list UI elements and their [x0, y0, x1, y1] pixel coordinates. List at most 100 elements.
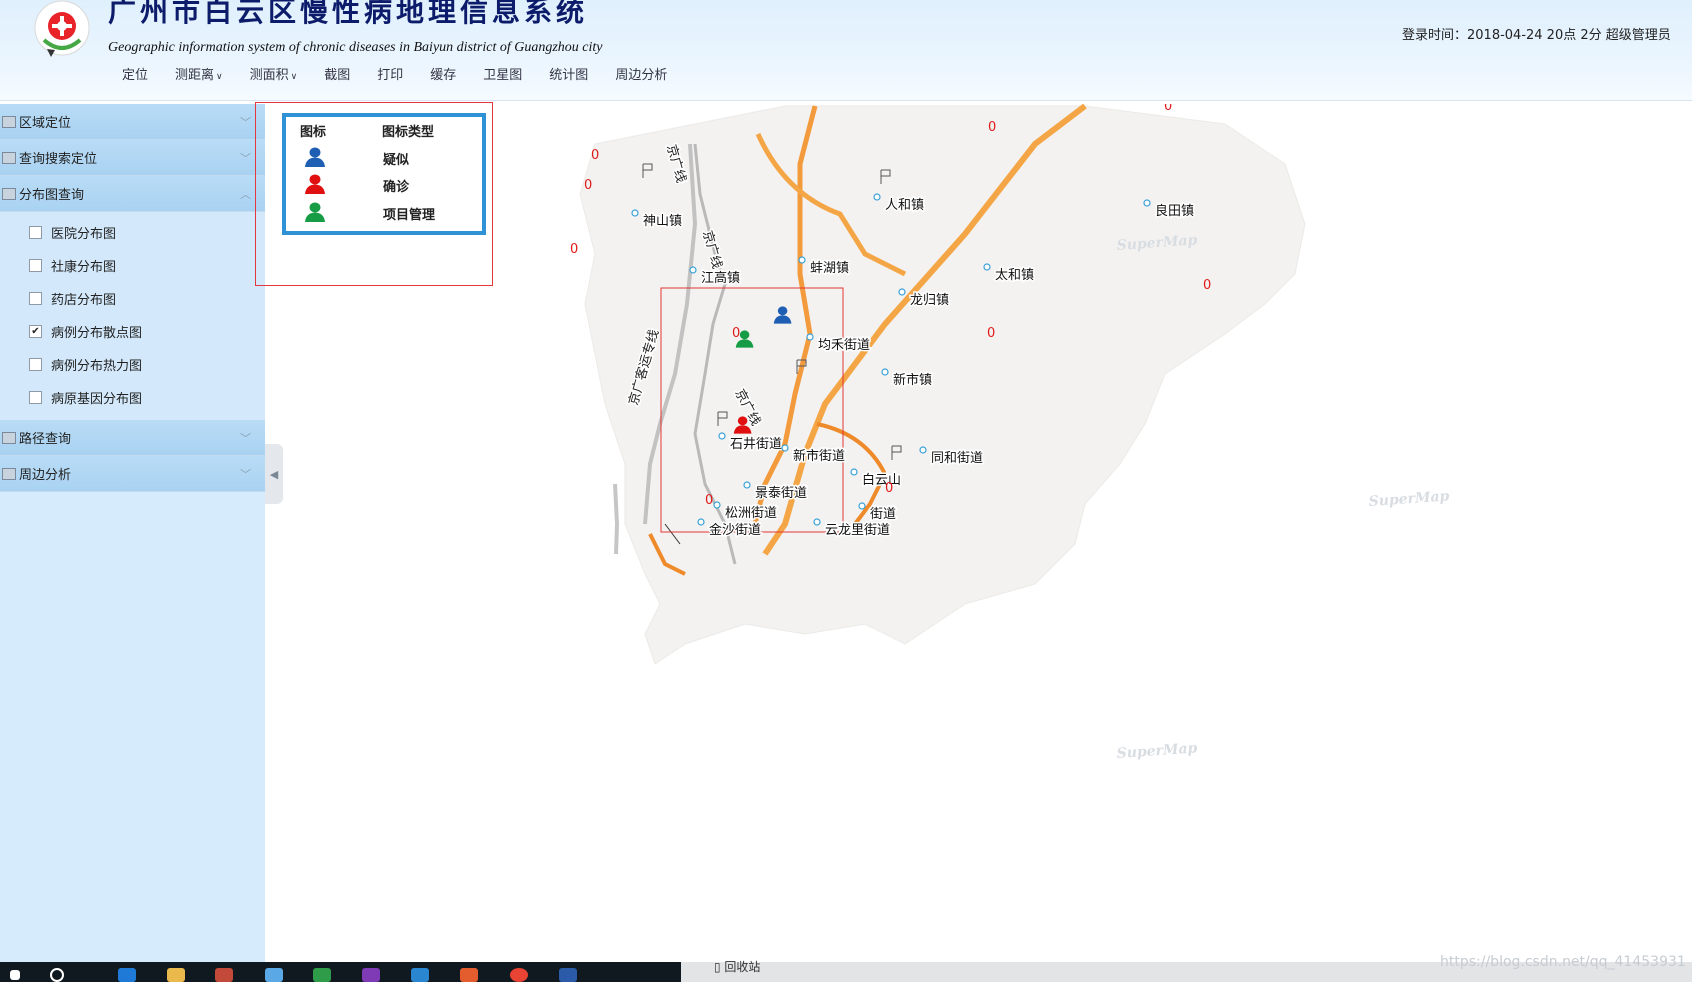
sidebar-section-4[interactable]: 周边分析 ﹀	[0, 456, 265, 492]
legend-row-label: 项目管理	[383, 208, 436, 223]
chevron-up-icon: ︿	[240, 188, 251, 201]
place-dot	[813, 518, 821, 526]
menu-item-1[interactable]: 测距离 ∨	[175, 64, 223, 83]
distribution-item[interactable]: 药店分布图	[0, 282, 265, 315]
place-dot	[631, 209, 639, 217]
legend-table: 图标 图标类型 疑似确诊项目管理	[282, 113, 486, 235]
menu-item-label: 定位	[122, 68, 149, 83]
place-label: 新市街道	[793, 448, 845, 464]
place-label: 金沙街道	[709, 522, 761, 538]
legend-row: 项目管理	[286, 200, 482, 226]
menu-item-6[interactable]: 卫星图	[483, 64, 522, 83]
sidebar-section-2[interactable]: 分布图查询 ︿	[0, 176, 265, 212]
menu-item-label: 周边分析	[615, 68, 668, 83]
railway	[613, 483, 620, 555]
app-logo	[30, 0, 94, 60]
zero-count-label: 0	[591, 148, 599, 163]
sidebar-section-1[interactable]: 查询搜索定位 ﹀	[0, 140, 265, 176]
menu-item-2[interactable]: 测面积 ∨	[250, 64, 298, 83]
app-icon[interactable]	[215, 968, 233, 982]
zero-count-label: 0	[584, 178, 592, 193]
chrome-icon[interactable]	[510, 968, 528, 982]
legend-row-label: 确诊	[383, 180, 410, 195]
map-watermark: SuperMap	[1116, 740, 1198, 762]
recycle-bin-text: 回收站	[724, 960, 761, 974]
watermark-url: https://blog.csdn.net/qq_41453931	[1440, 954, 1686, 970]
menu-item-label: 测面积	[249, 68, 289, 83]
place-label: 新市镇	[893, 372, 932, 388]
place-dot	[1143, 199, 1151, 207]
main-menu: 定位 测距离 ∨ 测面积 ∨ 截图 打印 缓存 卫星图 统计图 周边分析	[122, 64, 694, 83]
chevron-down-icon: ∨	[290, 72, 298, 82]
place-dot	[806, 333, 814, 341]
sidebar-section-0[interactable]: 区域定位 ﹀	[0, 104, 265, 140]
checkbox[interactable]	[29, 226, 42, 239]
person-icon	[304, 174, 326, 198]
menu-item-8[interactable]: 周边分析	[615, 64, 667, 83]
checkbox[interactable]	[29, 259, 42, 272]
place-label: 白云山	[862, 472, 901, 488]
legend-header: 图标 图标类型	[300, 121, 480, 140]
place-label: 太和镇	[995, 268, 1034, 283]
chevron-down-icon: ﹀	[240, 468, 251, 481]
page-subtitle: Geographic information system of chronic…	[108, 40, 603, 55]
place-label: 景泰街道	[755, 486, 807, 501]
app-header: 广州市白云区慢性病地理信息系统 Geographic information s…	[0, 0, 1692, 101]
app-icon[interactable]	[411, 968, 429, 982]
distribution-item[interactable]: 病例分布热力图	[0, 348, 265, 381]
section-icon	[2, 151, 16, 164]
distribution-item[interactable]: 病原基因分布图	[0, 381, 265, 414]
place-dot	[858, 502, 866, 510]
place-dot	[881, 368, 889, 376]
sidebar-section-label: 查询搜索定位	[19, 152, 98, 167]
checkbox[interactable]	[29, 391, 42, 404]
section-icon	[2, 187, 16, 200]
chevron-down-icon: ﹀	[240, 152, 251, 165]
folder-icon[interactable]	[167, 968, 185, 982]
app-icon[interactable]	[460, 968, 478, 982]
distribution-item[interactable]: 医院分布图	[0, 216, 265, 249]
excel-icon[interactable]	[313, 968, 331, 982]
distribution-item[interactable]: 社康分布图	[0, 249, 265, 282]
place-dot	[689, 266, 697, 274]
checkbox[interactable]	[29, 358, 42, 371]
person-icon	[304, 202, 326, 226]
sidebar-section-3[interactable]: 路径查询 ﹀	[0, 420, 265, 456]
place-dot	[743, 481, 751, 489]
place-dot	[898, 288, 906, 296]
legend-row: 疑似	[286, 145, 482, 171]
checkbox[interactable]: ✔	[29, 325, 42, 338]
zero-count-label: 0	[570, 242, 578, 257]
zero-count-label: 0	[987, 326, 995, 341]
legend-row-label: 疑似	[383, 153, 410, 168]
recycle-bin-label[interactable]: ▯ 回收站	[714, 958, 760, 975]
distribution-item-label: 药店分布图	[51, 293, 117, 308]
menu-item-5[interactable]: 缓存	[430, 64, 456, 83]
place-label: 良田镇	[1155, 203, 1194, 219]
place-label: 石井街道	[730, 437, 782, 452]
place-label: 松洲街道	[725, 506, 777, 521]
menu-item-0[interactable]: 定位	[122, 64, 148, 83]
visual-studio-icon[interactable]	[362, 968, 380, 982]
zero-count-label: 0	[705, 493, 713, 508]
windows-start-icon[interactable]	[10, 970, 20, 980]
search-icon[interactable]	[50, 968, 64, 982]
checkbox[interactable]	[29, 292, 42, 305]
section-icon	[2, 467, 16, 480]
section-icon	[2, 431, 16, 444]
edge-browser-icon[interactable]	[118, 968, 136, 982]
menu-item-4[interactable]: 打印	[377, 64, 403, 83]
distribution-item[interactable]: ✔ 病例分布散点图	[0, 315, 265, 348]
zero-count-label: 0	[1164, 104, 1172, 114]
zero-count-label: 0	[732, 326, 740, 341]
person-icon	[304, 147, 326, 171]
zero-count-label: 0	[885, 481, 893, 496]
photos-icon[interactable]	[265, 968, 283, 982]
place-label: 龙归镇	[910, 293, 949, 308]
menu-item-3[interactable]: 截图	[324, 64, 350, 83]
menu-item-7[interactable]: 统计图	[549, 64, 588, 83]
place-label: 云龙里街道	[825, 523, 890, 538]
word-icon[interactable]	[559, 968, 577, 982]
place-dot	[919, 446, 927, 454]
place-dot	[781, 444, 789, 452]
